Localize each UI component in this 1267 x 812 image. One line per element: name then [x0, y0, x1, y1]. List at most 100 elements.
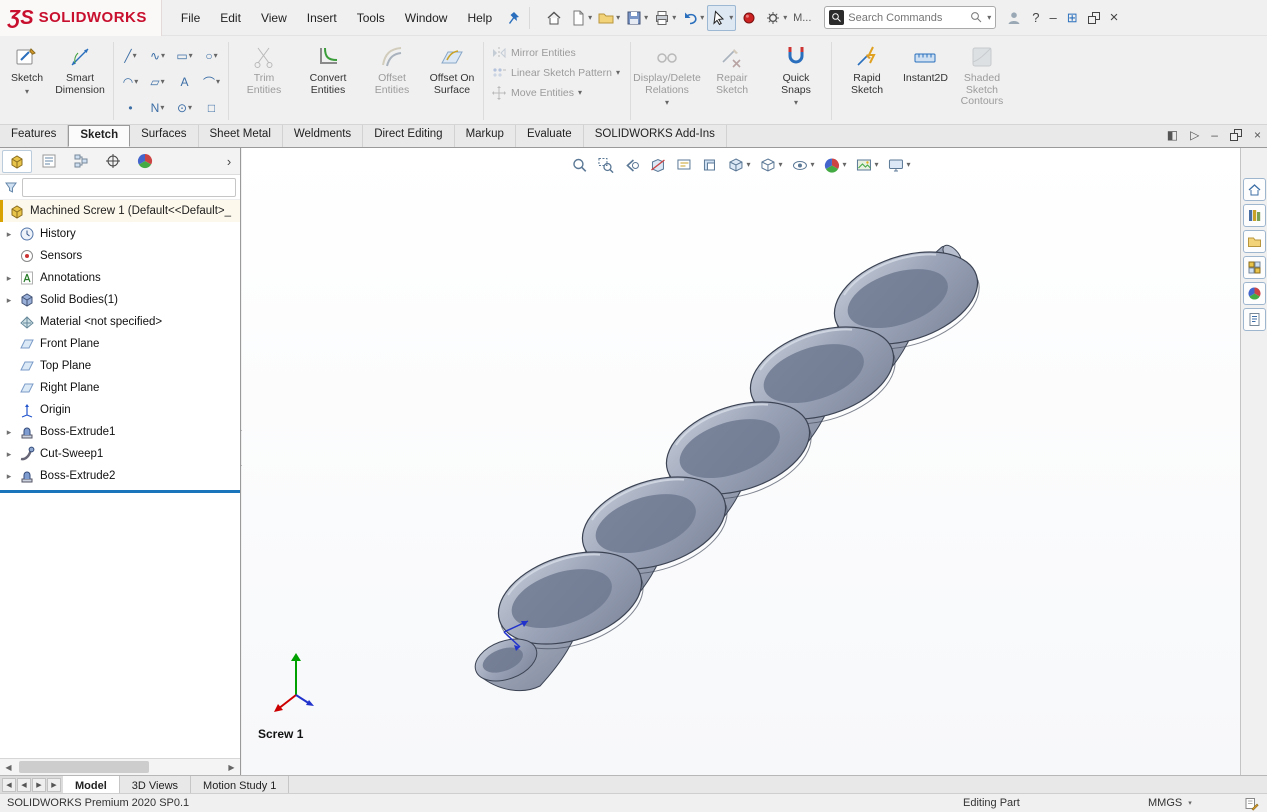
undo-button[interactable]: ▾: [679, 5, 706, 31]
previous-view-button[interactable]: [620, 153, 643, 177]
expand-arrow-icon[interactable]: ▸: [4, 295, 14, 306]
tree-item-material[interactable]: Material <not specified>: [0, 311, 240, 333]
rapid-sketch-button[interactable]: Rapid Sketch: [835, 39, 899, 123]
fillet-tool[interactable]: ⌒▾: [198, 69, 225, 95]
rectangle-tool[interactable]: ▭▾: [171, 43, 198, 69]
sketch-button[interactable]: Sketch ▾: [4, 39, 50, 123]
tags-icon[interactable]: [1244, 796, 1259, 811]
spline-tool[interactable]: ∿▾: [144, 43, 171, 69]
tree-item-solid-bodies[interactable]: ▸Solid Bodies(1): [0, 289, 240, 311]
tree-root-item[interactable]: Machined Screw 1 (Default<<Default>_: [0, 200, 240, 222]
dynamic-annotation-button[interactable]: [672, 153, 695, 177]
file-explorer-icon[interactable]: [1243, 230, 1266, 253]
scroll-right-icon[interactable]: ▶: [223, 759, 240, 775]
home-tab-icon[interactable]: [1243, 178, 1266, 201]
dimxpertmanager-tab[interactable]: [98, 150, 128, 173]
spline-n-tool[interactable]: N▾: [144, 95, 171, 121]
next-tab-icon[interactable]: ▶: [32, 778, 46, 792]
instant2d-button[interactable]: Instant2D: [899, 39, 952, 123]
hide-show-items-button[interactable]: ▾: [788, 153, 817, 177]
tree-item-cut-sweep1[interactable]: ▸Cut-Sweep1: [0, 443, 240, 465]
save-button[interactable]: ▾: [623, 5, 650, 31]
toolbar-overflow-button[interactable]: M...: [790, 5, 814, 31]
minimize-button[interactable]: –: [1049, 10, 1056, 25]
display-style-button[interactable]: ▾: [756, 153, 785, 177]
menu-edit[interactable]: Edit: [211, 7, 250, 29]
screw-model[interactable]: [242, 148, 1240, 775]
apply-scene-button[interactable]: ▾: [853, 153, 882, 177]
macro-record-icon[interactable]: [737, 5, 761, 31]
featuremanager-tab[interactable]: [2, 150, 32, 173]
custom-properties-icon[interactable]: [1243, 308, 1266, 331]
scrollbar-thumb[interactable]: [19, 761, 149, 773]
last-tab-icon[interactable]: ▶: [47, 778, 61, 792]
tree-item-history[interactable]: ▸History: [0, 223, 240, 245]
expand-arrow-icon[interactable]: ▸: [4, 229, 14, 240]
tab-surfaces[interactable]: Surfaces: [130, 125, 198, 147]
menu-help[interactable]: Help: [458, 7, 501, 29]
rollback-bar[interactable]: [0, 490, 240, 493]
expand-arrow-icon[interactable]: ▸: [4, 471, 14, 482]
expand-arrow-icon[interactable]: ▸: [4, 449, 14, 460]
select-tool-button[interactable]: ▾: [707, 5, 736, 31]
tab-features[interactable]: Features: [0, 125, 68, 147]
tree-item-sensors[interactable]: Sensors: [0, 245, 240, 267]
filter-icon[interactable]: [4, 180, 18, 194]
tree-item-origin[interactable]: Origin: [0, 399, 240, 421]
expand-arrow-icon[interactable]: ▸: [4, 427, 14, 438]
tab-sketch[interactable]: Sketch: [68, 125, 130, 147]
quick-snaps-button[interactable]: Quick Snaps ▾: [764, 39, 828, 123]
pane-toggle-icon[interactable]: ◧: [1167, 128, 1178, 142]
configurationmanager-tab[interactable]: [66, 150, 96, 173]
circle-tool[interactable]: ○▾: [198, 43, 225, 69]
prev-tab-icon[interactable]: ◀: [17, 778, 31, 792]
appearances-icon[interactable]: [1243, 282, 1266, 305]
tab-motion-study[interactable]: Motion Study 1: [191, 776, 289, 793]
line-tool[interactable]: ╱▾: [117, 43, 144, 69]
construction-tool[interactable]: □: [198, 95, 225, 121]
tree-item-front-plane[interactable]: Front Plane: [0, 333, 240, 355]
tab-markup[interactable]: Markup: [455, 125, 516, 147]
tile-windows-button[interactable]: ⊞: [1067, 10, 1078, 26]
propertymanager-tab[interactable]: [34, 150, 64, 173]
zoom-area-button[interactable]: [594, 153, 617, 177]
tree-item-boss-extrude1[interactable]: ▸Boss-Extrude1: [0, 421, 240, 443]
doc-close-button[interactable]: ×: [1254, 128, 1261, 142]
home-button[interactable]: [542, 5, 566, 31]
design-library-icon[interactable]: [1243, 204, 1266, 227]
displaymanager-tab[interactable]: [130, 150, 160, 173]
close-button[interactable]: ×: [1110, 9, 1119, 26]
tab-3d-views[interactable]: 3D Views: [120, 776, 191, 793]
expand-arrow-icon[interactable]: ▸: [4, 273, 14, 284]
tab-direct-editing[interactable]: Direct Editing: [363, 125, 454, 147]
search-icon[interactable]: [970, 11, 983, 24]
user-account-icon[interactable]: [1006, 10, 1022, 26]
ellipse-tool[interactable]: ⊙▾: [171, 95, 198, 121]
tree-filter-input[interactable]: [22, 178, 236, 197]
tree-item-annotations[interactable]: ▸Annotations: [0, 267, 240, 289]
search-input[interactable]: [848, 12, 966, 24]
open-button[interactable]: ▾: [595, 5, 622, 31]
expand-pane-icon[interactable]: ▷: [1190, 128, 1199, 142]
menu-tools[interactable]: Tools: [348, 7, 394, 29]
units-selector[interactable]: MMGS ▾: [1148, 797, 1192, 809]
print-button[interactable]: ▾: [651, 5, 678, 31]
tab-weldments[interactable]: Weldments: [283, 125, 363, 147]
restore-button[interactable]: [1088, 12, 1100, 24]
menu-view[interactable]: View: [252, 7, 296, 29]
tree-horizontal-scrollbar[interactable]: ◀ ▶: [0, 758, 240, 775]
command-search[interactable]: ▾: [824, 6, 996, 29]
slot-tool[interactable]: ▱▾: [144, 69, 171, 95]
view-selector-button[interactable]: [698, 153, 721, 177]
tab-sheet-metal[interactable]: Sheet Metal: [199, 125, 283, 147]
first-tab-icon[interactable]: ◀: [2, 778, 16, 792]
panel-tabs-overflow-icon[interactable]: ›: [220, 154, 238, 169]
edit-appearance-button[interactable]: ▾: [821, 153, 850, 177]
text-tool[interactable]: A: [171, 69, 198, 95]
tab-model[interactable]: Model: [63, 776, 120, 793]
help-button[interactable]: ?: [1032, 10, 1039, 25]
section-view-button[interactable]: [646, 153, 669, 177]
menu-insert[interactable]: Insert: [298, 7, 346, 29]
point-tool[interactable]: •: [117, 95, 144, 121]
scroll-left-icon[interactable]: ◀: [0, 759, 17, 775]
